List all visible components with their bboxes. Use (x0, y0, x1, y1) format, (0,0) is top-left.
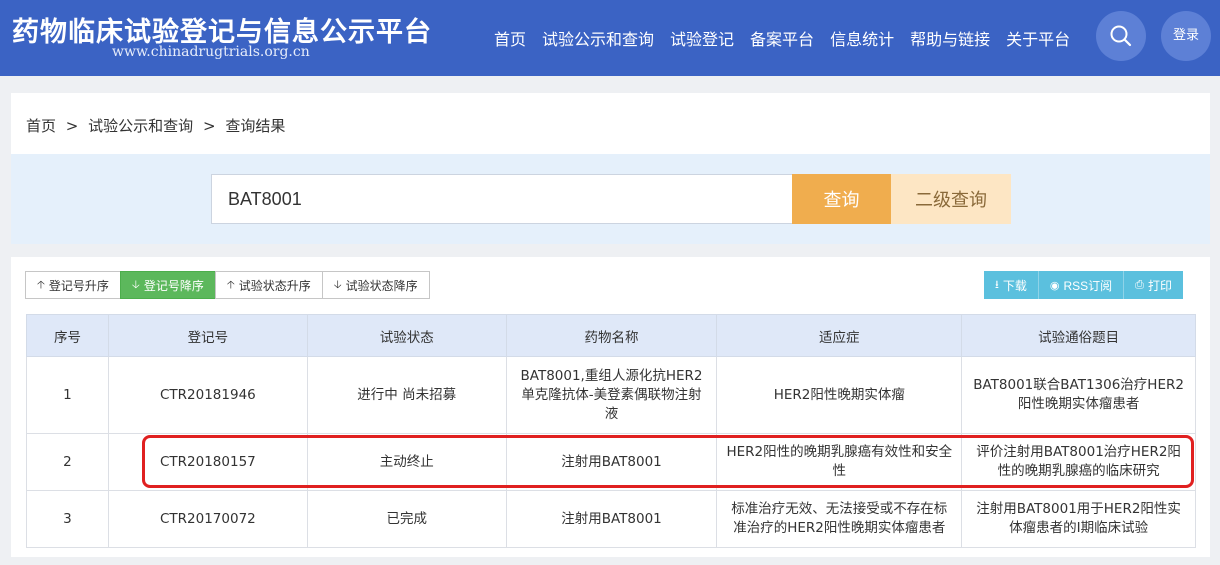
arrow-down-icon: 🡣 (333, 277, 342, 291)
cell-status: 主动终止 (306, 433, 507, 491)
cell-indication: 标准治疗无效、无法接受或不存在标准治疗的HER2阳性晚期实体瘤患者 (716, 490, 963, 548)
cell-status: 已完成 (306, 490, 507, 548)
cell-title[interactable]: 注射用BAT8001用于HER2阳性实体瘤患者的Ⅰ期临床试验 (961, 490, 1196, 548)
breadcrumb-separator: > (202, 117, 216, 135)
breadcrumb-current: 查询结果 (225, 117, 286, 135)
sort-button-group: 🡡 登记号升序 🡣 登记号降序 🡡 试验状态升序 🡣 试验状态降序 (25, 271, 430, 299)
nav-home[interactable]: 首页 (494, 26, 526, 50)
cell-index: 2 (26, 433, 109, 491)
sort-label: 试验状态降序 (345, 278, 418, 293)
cell-index: 1 (26, 356, 109, 434)
cell-drug: BAT8001,重组人源化抗HER2单克隆抗体-美登素偶联物注射液 (505, 356, 718, 434)
cell-index: 3 (26, 490, 109, 548)
sort-label: 登记号降序 (143, 278, 204, 293)
main-nav: 首页 试验公示和查询 试验登记 备案平台 信息统计 帮助与链接 关于平台 (494, 26, 1086, 50)
cell-drug: 注射用BAT8001 (505, 433, 718, 491)
sort-status-asc-button[interactable]: 🡡 试验状态升序 (214, 271, 323, 299)
arrow-up-icon: 🡡 (37, 277, 45, 291)
breadcrumb-bar: 首页 > 试验公示和查询 > 查询结果 (11, 93, 1210, 154)
col-header-index: 序号 (26, 314, 109, 357)
col-header-reg-no: 登记号 (107, 314, 308, 357)
download-button[interactable]: ⭳ 下载 (984, 271, 1039, 299)
breadcrumb-separator: > (65, 117, 79, 135)
site-url: www.chinadrugtrials.org.cn (112, 44, 310, 60)
cell-title[interactable]: 评价注射用BAT8001治疗HER2阳性的晚期乳腺癌的临床研究 (961, 433, 1196, 491)
arrow-down-icon: 🡣 (131, 277, 140, 291)
header-search-button[interactable] (1096, 11, 1146, 61)
table-row: 3 CTR20170072 已完成 注射用BAT8001 标准治疗无效、无法接受… (26, 490, 1196, 548)
print-button[interactable]: ⎙ 打印 (1124, 271, 1183, 299)
sort-label: 试验状态升序 (238, 278, 311, 293)
cell-indication: HER2阳性晚期实体瘤 (716, 356, 963, 434)
nav-statistics[interactable]: 信息统计 (830, 26, 894, 50)
sort-reg-desc-button[interactable]: 🡣 登记号降序 (119, 271, 216, 299)
login-button[interactable]: 登录 (1161, 11, 1211, 61)
rss-button[interactable]: ◉ RSS订阅 (1038, 271, 1125, 299)
arrow-up-icon: 🡡 (226, 277, 235, 291)
cell-drug: 注射用BAT8001 (505, 490, 718, 548)
cell-reg-no[interactable]: CTR20170072 (107, 490, 308, 548)
results-panel: 🡡 登记号升序 🡣 登记号降序 🡡 试验状态升序 🡣 试验状态降序 ⭳ 下载 ◉… (11, 257, 1210, 557)
rss-icon: ◉ (1049, 279, 1060, 292)
nav-help-links[interactable]: 帮助与链接 (910, 26, 990, 50)
cell-status: 进行中 尚未招募 (306, 356, 507, 434)
sort-label: 登记号升序 (48, 278, 109, 293)
results-table: 序号 登记号 试验状态 药物名称 适应症 试验通俗题目 1 CTR2018194… (26, 314, 1196, 548)
sort-reg-asc-button[interactable]: 🡡 登记号升序 (25, 271, 121, 299)
query-button[interactable]: 查询 (792, 174, 891, 224)
cell-indication: HER2阳性的晚期乳腺癌有效性和安全性 (716, 433, 963, 491)
tool-button-group: ⭳ 下载 ◉ RSS订阅 ⎙ 打印 (984, 271, 1183, 299)
tool-label: 下载 (1002, 278, 1027, 293)
cell-title[interactable]: BAT8001联合BAT1306治疗HER2阳性晚期实体瘤患者 (961, 356, 1196, 434)
col-header-title: 试验通俗题目 (961, 314, 1196, 357)
download-icon: ⭳ (995, 278, 999, 291)
cell-reg-no[interactable]: CTR20181946 (107, 356, 308, 434)
top-bar: 药物临床试验登记与信息公示平台 www.chinadrugtrials.org.… (0, 0, 1220, 76)
print-icon: ⎙ (1135, 278, 1144, 291)
breadcrumb-trial-search[interactable]: 试验公示和查询 (88, 117, 193, 135)
table-row: 2 CTR20180157 主动终止 注射用BAT8001 HER2阳性的晚期乳… (26, 433, 1196, 491)
col-header-indication: 适应症 (716, 314, 963, 357)
search-icon (1110, 25, 1132, 47)
col-header-drug: 药物名称 (505, 314, 718, 357)
tool-label: 打印 (1147, 278, 1172, 293)
nav-filing-platform[interactable]: 备案平台 (750, 26, 814, 50)
sort-status-desc-button[interactable]: 🡣 试验状态降序 (321, 271, 430, 299)
tool-label: RSS订阅 (1063, 278, 1113, 293)
nav-trial-registration[interactable]: 试验登记 (670, 26, 734, 50)
table-header-row: 序号 登记号 试验状态 药物名称 适应症 试验通俗题目 (26, 314, 1196, 357)
col-header-status: 试验状态 (306, 314, 507, 357)
cell-reg-no[interactable]: CTR20180157 (107, 433, 308, 491)
search-input[interactable] (211, 174, 793, 224)
breadcrumb: 首页 > 试验公示和查询 > 查询结果 (26, 115, 285, 136)
nav-trial-search[interactable]: 试验公示和查询 (542, 26, 654, 50)
breadcrumb-home[interactable]: 首页 (26, 117, 56, 135)
nav-about[interactable]: 关于平台 (1006, 26, 1070, 50)
table-row: 1 CTR20181946 进行中 尚未招募 BAT8001,重组人源化抗HER… (26, 356, 1196, 434)
search-area: 查询 二级查询 (11, 154, 1210, 244)
advanced-query-button[interactable]: 二级查询 (891, 174, 1011, 224)
